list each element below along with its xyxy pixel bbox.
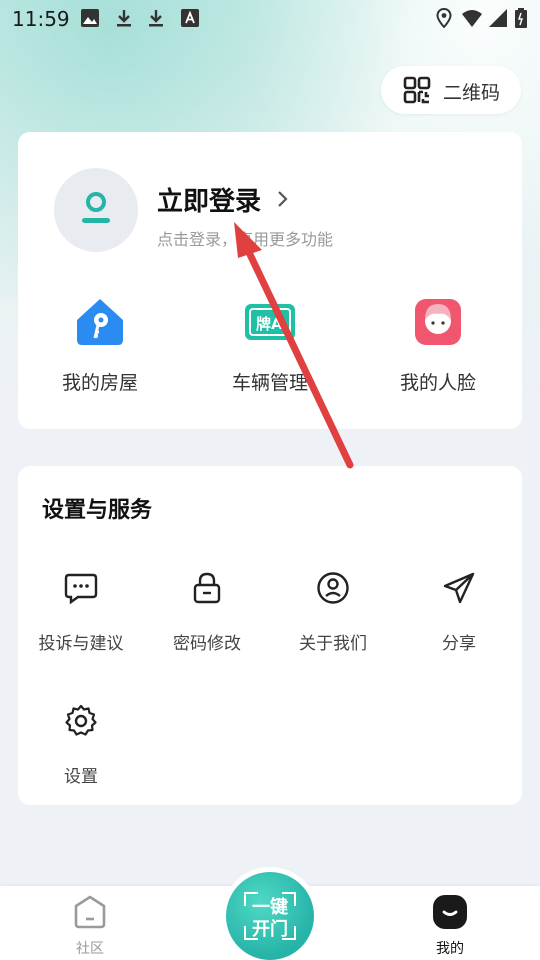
login-title[interactable]: 立即登录: [157, 181, 261, 218]
svg-text:牌A: 牌A: [256, 315, 283, 333]
profile-card: 立即登录 点击登录，享用更多功能 我的房屋 牌A 车辆管理 我的人脸: [18, 132, 522, 429]
house-key-icon: [77, 299, 123, 345]
gear-icon: [65, 704, 97, 736]
services-title: 设置与服务: [42, 498, 153, 523]
one-tap-open-door-button[interactable]: 一键 开门: [226, 872, 314, 960]
home-icon: [74, 895, 106, 929]
vehicle-management-label: 车辆管理: [231, 372, 308, 394]
my-face-button[interactable]: 我的人脸: [358, 296, 518, 396]
login-subtitle: 点击登录，享用更多功能: [157, 230, 334, 249]
signal-icon: [489, 9, 507, 27]
settings-button[interactable]: 设置: [18, 704, 144, 804]
image-icon: [81, 9, 99, 27]
download-icon: [149, 10, 163, 27]
font-a-icon: [181, 9, 199, 27]
face-icon: [415, 299, 461, 345]
user-avatar-icon: [82, 192, 110, 223]
license-plate-icon: 牌A: [245, 304, 295, 340]
complaint-label: 投诉与建议: [38, 634, 124, 654]
nav-mine[interactable]: 我的: [410, 894, 490, 960]
download-icon: [117, 10, 131, 27]
chat-bubble-icon: [64, 573, 98, 605]
paper-plane-icon: [443, 572, 475, 604]
my-house-label: 我的房屋: [61, 372, 138, 394]
qr-code-icon: [403, 76, 431, 104]
status-bar: 11:59: [0, 0, 540, 36]
complaint-button[interactable]: 投诉与建议: [18, 571, 144, 671]
nav-mine-label: 我的: [436, 941, 464, 957]
user-circle-icon: [317, 572, 349, 604]
change-password-label: 密码修改: [173, 634, 241, 654]
open-door-line2: 开门: [252, 919, 288, 940]
lock-icon: [193, 572, 221, 604]
avatar[interactable]: [54, 168, 138, 252]
wifi-icon: [462, 10, 482, 27]
nav-community-label: 社区: [76, 941, 104, 957]
battery-icon: [515, 8, 527, 28]
my-face-label: 我的人脸: [399, 372, 476, 394]
about-us-button[interactable]: 关于我们: [270, 571, 396, 671]
settings-label: 设置: [64, 767, 98, 787]
share-button[interactable]: 分享: [396, 571, 522, 671]
qr-code-button[interactable]: 二维码: [381, 66, 521, 114]
about-us-label: 关于我们: [299, 634, 367, 654]
my-house-button[interactable]: 我的房屋: [20, 296, 180, 396]
share-label: 分享: [442, 634, 476, 654]
chevron-right-icon[interactable]: [276, 190, 288, 208]
mine-face-icon: [433, 895, 467, 929]
nav-community[interactable]: 社区: [50, 894, 130, 960]
qr-code-label: 二维码: [443, 82, 501, 104]
services-card: 设置与服务 投诉与建议 密码修改 关于我们 分享 设置: [18, 466, 522, 805]
vehicle-management-button[interactable]: 牌A 车辆管理: [190, 296, 350, 396]
location-icon: [436, 8, 452, 28]
status-time: 11:59: [12, 7, 70, 31]
change-password-button[interactable]: 密码修改: [144, 571, 270, 671]
